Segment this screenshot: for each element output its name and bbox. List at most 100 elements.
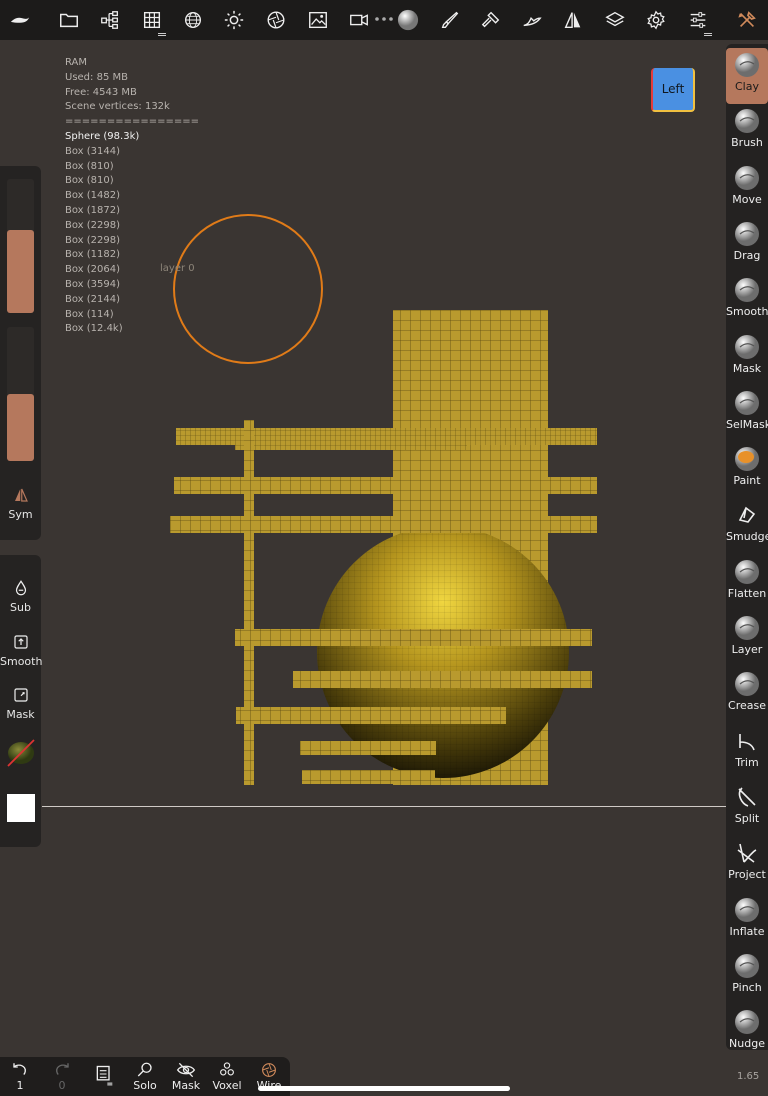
voxel-label: Voxel: [212, 1079, 242, 1092]
box-mesh[interactable]: [176, 428, 597, 445]
intensity-slider[interactable]: [7, 327, 34, 461]
tool-move[interactable]: Move: [726, 161, 768, 217]
tool-smudge[interactable]: Smudge: [726, 498, 768, 554]
box-mesh[interactable]: [300, 741, 436, 755]
tool-inflate[interactable]: Inflate: [726, 893, 768, 949]
version-label: 1.65: [737, 1071, 760, 1082]
box-mesh[interactable]: [293, 671, 592, 688]
object-item[interactable]: Box (3594): [65, 278, 199, 293]
object-item[interactable]: Box (1872): [65, 204, 199, 219]
separator: ================: [65, 116, 200, 128]
object-item[interactable]: Box (2298): [65, 219, 199, 234]
mask-toggle-button[interactable]: Mask: [167, 1061, 205, 1092]
flatten-sphere-icon: [734, 559, 760, 585]
object-item[interactable]: Box (810): [65, 174, 199, 189]
object-item[interactable]: Box (2144): [65, 293, 199, 308]
tool-project[interactable]: Project: [726, 836, 768, 892]
sym-button[interactable]: Sym: [0, 486, 41, 521]
tool-label: Layer: [731, 643, 763, 656]
object-item[interactable]: Box (1482): [65, 189, 199, 204]
ram-used: Used: 85 MB: [65, 71, 128, 83]
tool-flatten[interactable]: Flatten: [726, 555, 768, 611]
tool-selmask[interactable]: SelMask: [726, 386, 768, 442]
history-icon: [96, 1065, 113, 1086]
matcap-swatch[interactable]: [6, 738, 36, 768]
box-mesh[interactable]: [174, 477, 597, 494]
tool-layer[interactable]: Layer: [726, 611, 768, 667]
object-item[interactable]: Box (12.4k): [65, 322, 199, 337]
nudge-sphere-icon: [734, 1009, 760, 1035]
radius-slider[interactable]: [7, 179, 34, 313]
color-swatch[interactable]: [6, 793, 36, 823]
sub-label: Sub: [10, 601, 31, 614]
object-item[interactable]: Box (3144): [65, 145, 199, 160]
mask-button[interactable]: Mask: [0, 686, 41, 721]
trim-icon: [734, 728, 760, 754]
smooth-sphere-icon: [734, 277, 760, 303]
box-mesh[interactable]: [170, 516, 597, 533]
crease-sphere-icon: [734, 671, 760, 697]
tool-label: Crease: [728, 699, 766, 713]
redo-icon: [56, 1063, 69, 1075]
sub-button[interactable]: Sub: [0, 579, 41, 614]
ram-label: RAM: [65, 57, 88, 68]
tool-nudge[interactable]: Nudge: [726, 1005, 768, 1050]
ram-free: Free: 4543 MB: [65, 86, 137, 98]
smooth-box-icon: [13, 635, 28, 649]
paint-sphere-icon: [734, 446, 760, 472]
tool-paint[interactable]: Paint: [726, 442, 768, 498]
object-item-selected[interactable]: Sphere (98.3k): [65, 130, 199, 145]
redo-button[interactable]: 0: [43, 1061, 81, 1092]
split-icon: [734, 784, 760, 810]
solo-label: Solo: [133, 1079, 157, 1092]
intensity-slider-fill: [7, 394, 34, 461]
tool-pinch[interactable]: Pinch: [726, 949, 768, 1005]
layer-label: layer 0: [160, 263, 195, 274]
bottom-bar: 1 0 Solo Mask Voxel Wire: [0, 1057, 290, 1096]
selmask-sphere-icon: [734, 390, 760, 416]
view-cube-left[interactable]: Left: [651, 68, 695, 112]
tool-label: Inflate: [729, 924, 765, 938]
box-mesh[interactable]: [236, 707, 506, 724]
smooth-button[interactable]: Smooth: [0, 633, 42, 668]
redo-count: 0: [58, 1079, 66, 1092]
mask-box-icon: [13, 688, 28, 702]
home-indicator: [258, 1086, 510, 1091]
mask-sphere-icon: [734, 334, 760, 360]
solo-button[interactable]: Solo: [126, 1061, 164, 1092]
tool-clay[interactable]: Clay: [726, 48, 768, 104]
tool-trim[interactable]: Trim: [726, 724, 768, 780]
radius-slider-fill: [7, 229, 34, 313]
left-panel-tools: Sub Smooth Mask: [0, 555, 42, 847]
box-mesh[interactable]: [235, 629, 592, 646]
tool-brush[interactable]: Brush: [726, 104, 768, 160]
voxel-button[interactable]: Voxel: [208, 1061, 246, 1092]
tool-label: Trim: [735, 755, 759, 769]
box-mesh[interactable]: [302, 770, 435, 784]
symmetry-icon: [14, 488, 28, 502]
tool-label: Paint: [733, 474, 761, 488]
post-mesh[interactable]: [244, 420, 254, 785]
tool-split[interactable]: Split: [726, 780, 768, 836]
undo-button[interactable]: 1: [1, 1061, 39, 1092]
tool-panel: Clay Brush Move Drag Smooth Mask SelMask Paint S…: [726, 44, 768, 1050]
scene-vertices: Scene vertices: 132k: [65, 101, 170, 113]
tool-smooth[interactable]: Smooth: [726, 273, 768, 329]
tool-label: Flatten: [727, 586, 767, 600]
move-sphere-icon: [734, 165, 760, 191]
tool-mask[interactable]: Mask: [726, 330, 768, 386]
history-button[interactable]: [85, 1061, 123, 1087]
tool-label: Mask: [732, 361, 762, 375]
project-icon: [734, 840, 760, 866]
tool-label: Move: [732, 192, 762, 206]
tool-label: Smooth: [726, 305, 768, 319]
tool-label: Project: [728, 868, 766, 882]
object-item[interactable]: Box (114): [65, 308, 199, 323]
object-item[interactable]: Box (2298): [65, 234, 199, 249]
tool-label: Brush: [731, 136, 763, 150]
tool-drag[interactable]: Drag: [726, 217, 768, 273]
tool-crease[interactable]: Crease: [726, 667, 768, 723]
scene-stats: RAM Used: 85 MB Free: 4543 MB Scene vert…: [65, 56, 199, 337]
object-item[interactable]: Box (1182): [65, 248, 199, 263]
object-item[interactable]: Box (810): [65, 160, 199, 175]
